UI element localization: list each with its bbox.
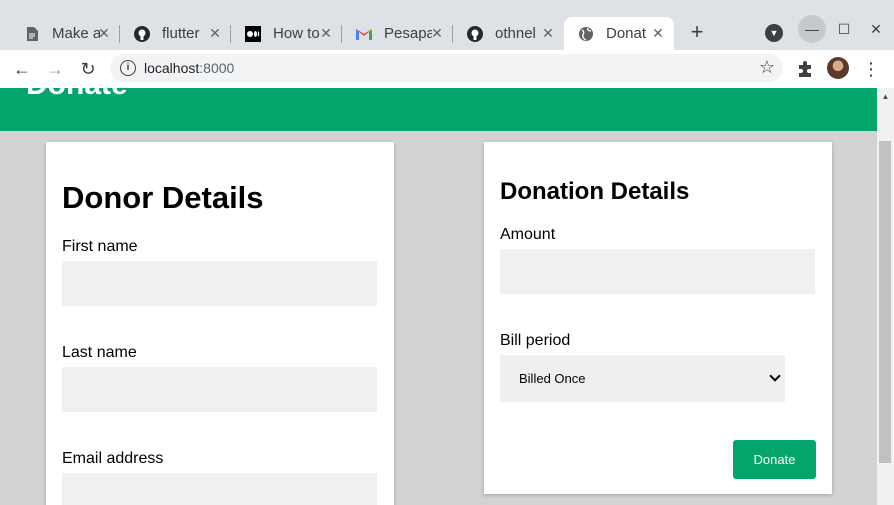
globe-icon <box>578 26 594 42</box>
donation-details-card: Donation Details Amount Bill period Bill… <box>484 142 832 494</box>
last-name-input[interactable] <box>62 367 377 412</box>
amount-label: Amount <box>500 226 556 243</box>
close-icon[interactable]: ✕ <box>429 25 445 41</box>
close-icon[interactable]: ✕ <box>540 25 556 41</box>
close-icon[interactable]: ✕ <box>96 25 112 41</box>
donation-details-heading: Donation Details <box>500 178 690 205</box>
page-viewport: Donate Donor Details First name Last nam… <box>0 88 877 505</box>
tab-strip: Make a ✕ flutter ✕ How to ✕ Pesapa ✕ oth… <box>0 0 894 50</box>
minimize-icon[interactable]: — <box>798 15 826 43</box>
vertical-scrollbar[interactable]: ▲ <box>877 88 894 505</box>
github-icon <box>134 25 150 42</box>
window-close-icon[interactable]: ✕ <box>862 15 890 43</box>
tab-title: othnel <box>495 25 536 42</box>
page-header: Donate <box>0 88 877 131</box>
tab-make-a[interactable]: Make a ✕ <box>10 17 120 50</box>
back-arrow-icon[interactable]: ← <box>10 57 34 81</box>
chevron-down-icon <box>769 370 781 382</box>
medium-icon <box>245 25 261 42</box>
bill-period-select[interactable]: Billed Once <box>500 355 785 402</box>
document-icon <box>24 26 40 42</box>
email-address-input[interactable] <box>62 473 377 505</box>
maximize-icon[interactable]: ☐ <box>830 15 858 43</box>
first-name-label: First name <box>62 238 138 255</box>
tab-pesapa[interactable]: Pesapa ✕ <box>342 17 453 50</box>
bill-period-selected-value: Billed Once <box>519 371 586 386</box>
more-menu-icon[interactable]: ⋮ <box>862 58 880 80</box>
tab-title: Pesapa <box>384 25 432 42</box>
gmail-icon <box>356 26 372 42</box>
tab-title: How to <box>273 25 320 42</box>
donor-details-heading: Donor Details <box>62 180 264 215</box>
scroll-up-arrow-icon[interactable]: ▲ <box>877 88 894 105</box>
github-icon <box>467 25 483 42</box>
tab-title: Donat <box>606 25 647 42</box>
address-bar[interactable]: i localhost:8000 ☆ <box>110 54 783 82</box>
browser-toolbar: ← → ↻ i localhost:8000 ☆ ⋮ <box>0 50 894 88</box>
tab-flutter[interactable]: flutter ✕ <box>120 17 231 50</box>
scrollbar-thumb[interactable] <box>879 141 891 463</box>
amount-input[interactable] <box>500 249 815 294</box>
info-icon[interactable]: i <box>120 60 136 76</box>
last-name-label: Last name <box>62 344 137 361</box>
forward-arrow-icon[interactable]: → <box>43 57 67 81</box>
reload-icon[interactable]: ↻ <box>76 57 100 81</box>
url-text[interactable]: localhost:8000 <box>144 60 234 76</box>
tab-search-icon[interactable]: ▼ <box>765 24 783 42</box>
email-address-label: Email address <box>62 450 164 467</box>
tab-title: Make a <box>52 25 100 42</box>
bill-period-label: Bill period <box>500 332 571 349</box>
profile-avatar[interactable] <box>827 57 849 79</box>
first-name-input[interactable] <box>62 261 377 306</box>
donate-button[interactable]: Donate <box>733 440 816 479</box>
close-icon[interactable]: ✕ <box>207 25 223 41</box>
tab-othnel[interactable]: othnel ✕ <box>453 17 564 50</box>
bookmark-star-icon[interactable]: ☆ <box>759 57 775 78</box>
extensions-puzzle-icon[interactable] <box>796 59 816 79</box>
header-title: Donate <box>26 88 128 102</box>
new-tab-icon[interactable]: + <box>686 21 708 44</box>
close-icon[interactable]: ✕ <box>318 25 334 41</box>
tab-how-to[interactable]: How to ✕ <box>231 17 342 50</box>
close-icon[interactable]: ✕ <box>650 25 666 41</box>
tab-title: flutter <box>162 25 200 42</box>
donor-details-card: Donor Details First name Last name Email… <box>46 142 394 505</box>
tab-donate[interactable]: Donat ✕ <box>564 17 674 50</box>
